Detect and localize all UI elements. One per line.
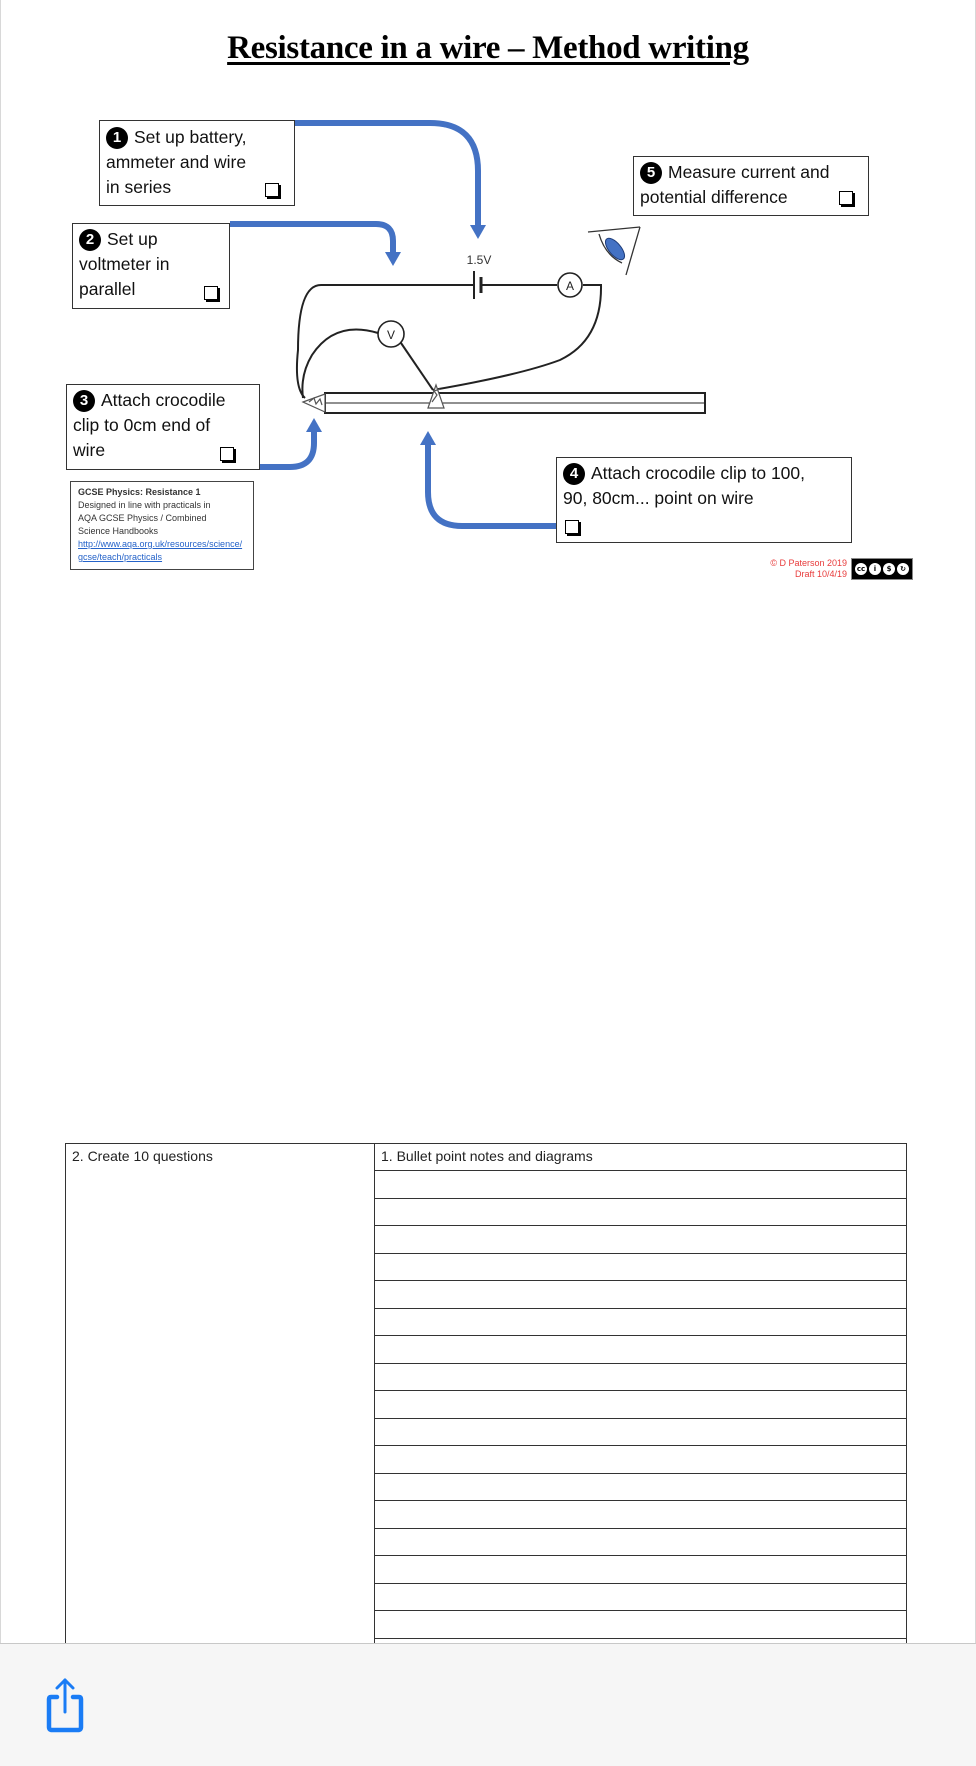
notes-column-header: 1. Bullet point notes and diagrams — [381, 1148, 593, 1164]
ammeter-label: A — [566, 279, 574, 293]
copyright-notice: © D Paterson 2019 Draft 10/4/19 — [720, 558, 847, 580]
step-4-text: Attach crocodile clip to 100, — [591, 463, 806, 483]
questions-column[interactable]: 2. Create 10 questions — [66, 1144, 375, 1663]
step-2-number-icon: 2 — [79, 229, 101, 251]
step-3-box: 3 Attach crocodile clip to 0cm end of wir… — [66, 384, 260, 470]
arrow-head-step1 — [470, 225, 486, 239]
step-3-text: Attach crocodile — [101, 390, 226, 410]
notes-ruled-line[interactable] — [375, 1584, 906, 1611]
eye-lens — [604, 237, 626, 261]
crocodile-clip-moving-icon — [427, 383, 445, 409]
info-text: AQA GCSE Physics / Combined — [78, 513, 207, 523]
copyright-line: © D Paterson 2019 — [770, 558, 847, 568]
arrow-step3 — [258, 432, 317, 470]
step-4-text: 90, 80cm... point on wire — [563, 488, 754, 508]
arrow-head-step4 — [420, 431, 436, 445]
step-4-number-icon: 4 — [563, 463, 585, 485]
notes-ruled-line[interactable] — [375, 1391, 906, 1419]
notes-ruled-line[interactable] — [375, 1309, 906, 1336]
step-1-text: in series — [106, 177, 172, 197]
step-2-checkbox[interactable] — [204, 286, 218, 300]
cc-license-badge: cc i $ ↻ — [851, 558, 913, 580]
notes-ruled-line[interactable] — [375, 1364, 906, 1391]
notes-ruled-line[interactable] — [375, 1254, 906, 1281]
notes-ruled-line[interactable] — [375, 1501, 906, 1529]
step-1-number-icon: 1 — [106, 127, 128, 149]
step-2-text: Set up — [107, 229, 158, 249]
notes-ruled-line[interactable] — [375, 1446, 906, 1474]
notes-ruled-line[interactable] — [375, 1556, 906, 1584]
step-4-checkbox[interactable] — [565, 520, 579, 534]
notes-ruled-line[interactable] — [375, 1199, 906, 1226]
bottom-toolbar — [0, 1643, 976, 1766]
step-2-text: voltmeter in — [79, 254, 170, 274]
step-3-text: clip to 0cm end of — [73, 415, 211, 435]
step-1-text: ammeter and wire — [106, 152, 247, 172]
source-info-box: GCSE Physics: Resistance 1 Designed in l… — [70, 481, 254, 570]
notes-ruled-line[interactable] — [375, 1474, 906, 1501]
info-link[interactable]: http://www.aqa.org.uk/resources/science/… — [78, 538, 246, 564]
step-3-number-icon: 3 — [73, 390, 95, 412]
step-4-box: 4 Attach crocodile clip to 100, 90, 80cm.… — [556, 457, 852, 543]
eye-icon — [587, 226, 641, 276]
step-5-number-icon: 5 — [640, 162, 662, 184]
cc-by-icon: i — [868, 562, 882, 576]
notes-column-header-row: 1. Bullet point notes and diagrams — [375, 1144, 906, 1171]
info-text: Science Handbooks — [78, 526, 159, 536]
step-5-text: Measure current and — [668, 162, 830, 182]
share-icon — [46, 1678, 84, 1733]
step-2-text: parallel — [79, 279, 136, 299]
cc-nc-icon: $ — [882, 562, 896, 576]
notes-ruled-line[interactable] — [375, 1611, 906, 1639]
step-5-box: 5 Measure current and potential differenc… — [633, 156, 869, 216]
arrow-step1 — [294, 120, 481, 225]
step-3-checkbox[interactable] — [220, 447, 234, 461]
info-heading: GCSE Physics: Resistance 1 — [78, 487, 201, 497]
step-2-box: 2 Set up voltmeter in parallel — [72, 223, 230, 309]
step-1-checkbox[interactable] — [265, 183, 279, 197]
voltmeter-wire-left — [301, 328, 379, 399]
step-5-text: potential difference — [640, 187, 788, 207]
notes-ruled-line[interactable] — [375, 1171, 906, 1199]
share-button[interactable] — [40, 1674, 90, 1734]
notes-ruled-line[interactable] — [375, 1419, 906, 1446]
arrow-step2 — [230, 221, 396, 252]
voltmeter-wire-right — [400, 342, 434, 391]
step-1-text: Set up battery, — [134, 127, 247, 147]
circuit-wire-top — [295, 284, 474, 399]
ammeter — [557, 272, 583, 298]
crocodile-clip-zero-icon — [301, 393, 326, 413]
notes-ruled-line[interactable] — [375, 1226, 906, 1254]
arrow-head-step3 — [306, 418, 322, 432]
battery-label: 1.5V — [467, 253, 492, 267]
step-1-box: 1 Set up battery, ammeter and wire in ser… — [99, 120, 295, 206]
draft-date: Draft 10/4/19 — [794, 569, 847, 579]
info-text: Designed in line with practicals in — [78, 500, 211, 510]
cc-icon: cc — [854, 562, 868, 576]
arrow-head-step2 — [385, 252, 401, 266]
arrow-step4 — [425, 445, 557, 529]
voltmeter-label: V — [387, 328, 395, 342]
page-title: Resistance in a wire – Method writing — [227, 30, 749, 66]
cc-sa-icon: ↻ — [896, 562, 910, 576]
questions-column-header: 2. Create 10 questions — [72, 1148, 213, 1164]
resistance-wire — [324, 392, 706, 414]
notes-ruled-line[interactable] — [375, 1336, 906, 1364]
voltmeter — [377, 320, 405, 348]
page-edge — [0, 0, 1, 1643]
notes-ruled-line[interactable] — [375, 1281, 906, 1309]
notes-table: 2. Create 10 questions 1. Bullet point n… — [65, 1143, 907, 1663]
notes-column[interactable]: 1. Bullet point notes and diagrams — [375, 1144, 906, 1663]
circuit-wire-ammeter-right — [432, 284, 603, 391]
step-5-checkbox[interactable] — [839, 191, 853, 205]
notes-ruled-line[interactable] — [375, 1529, 906, 1556]
